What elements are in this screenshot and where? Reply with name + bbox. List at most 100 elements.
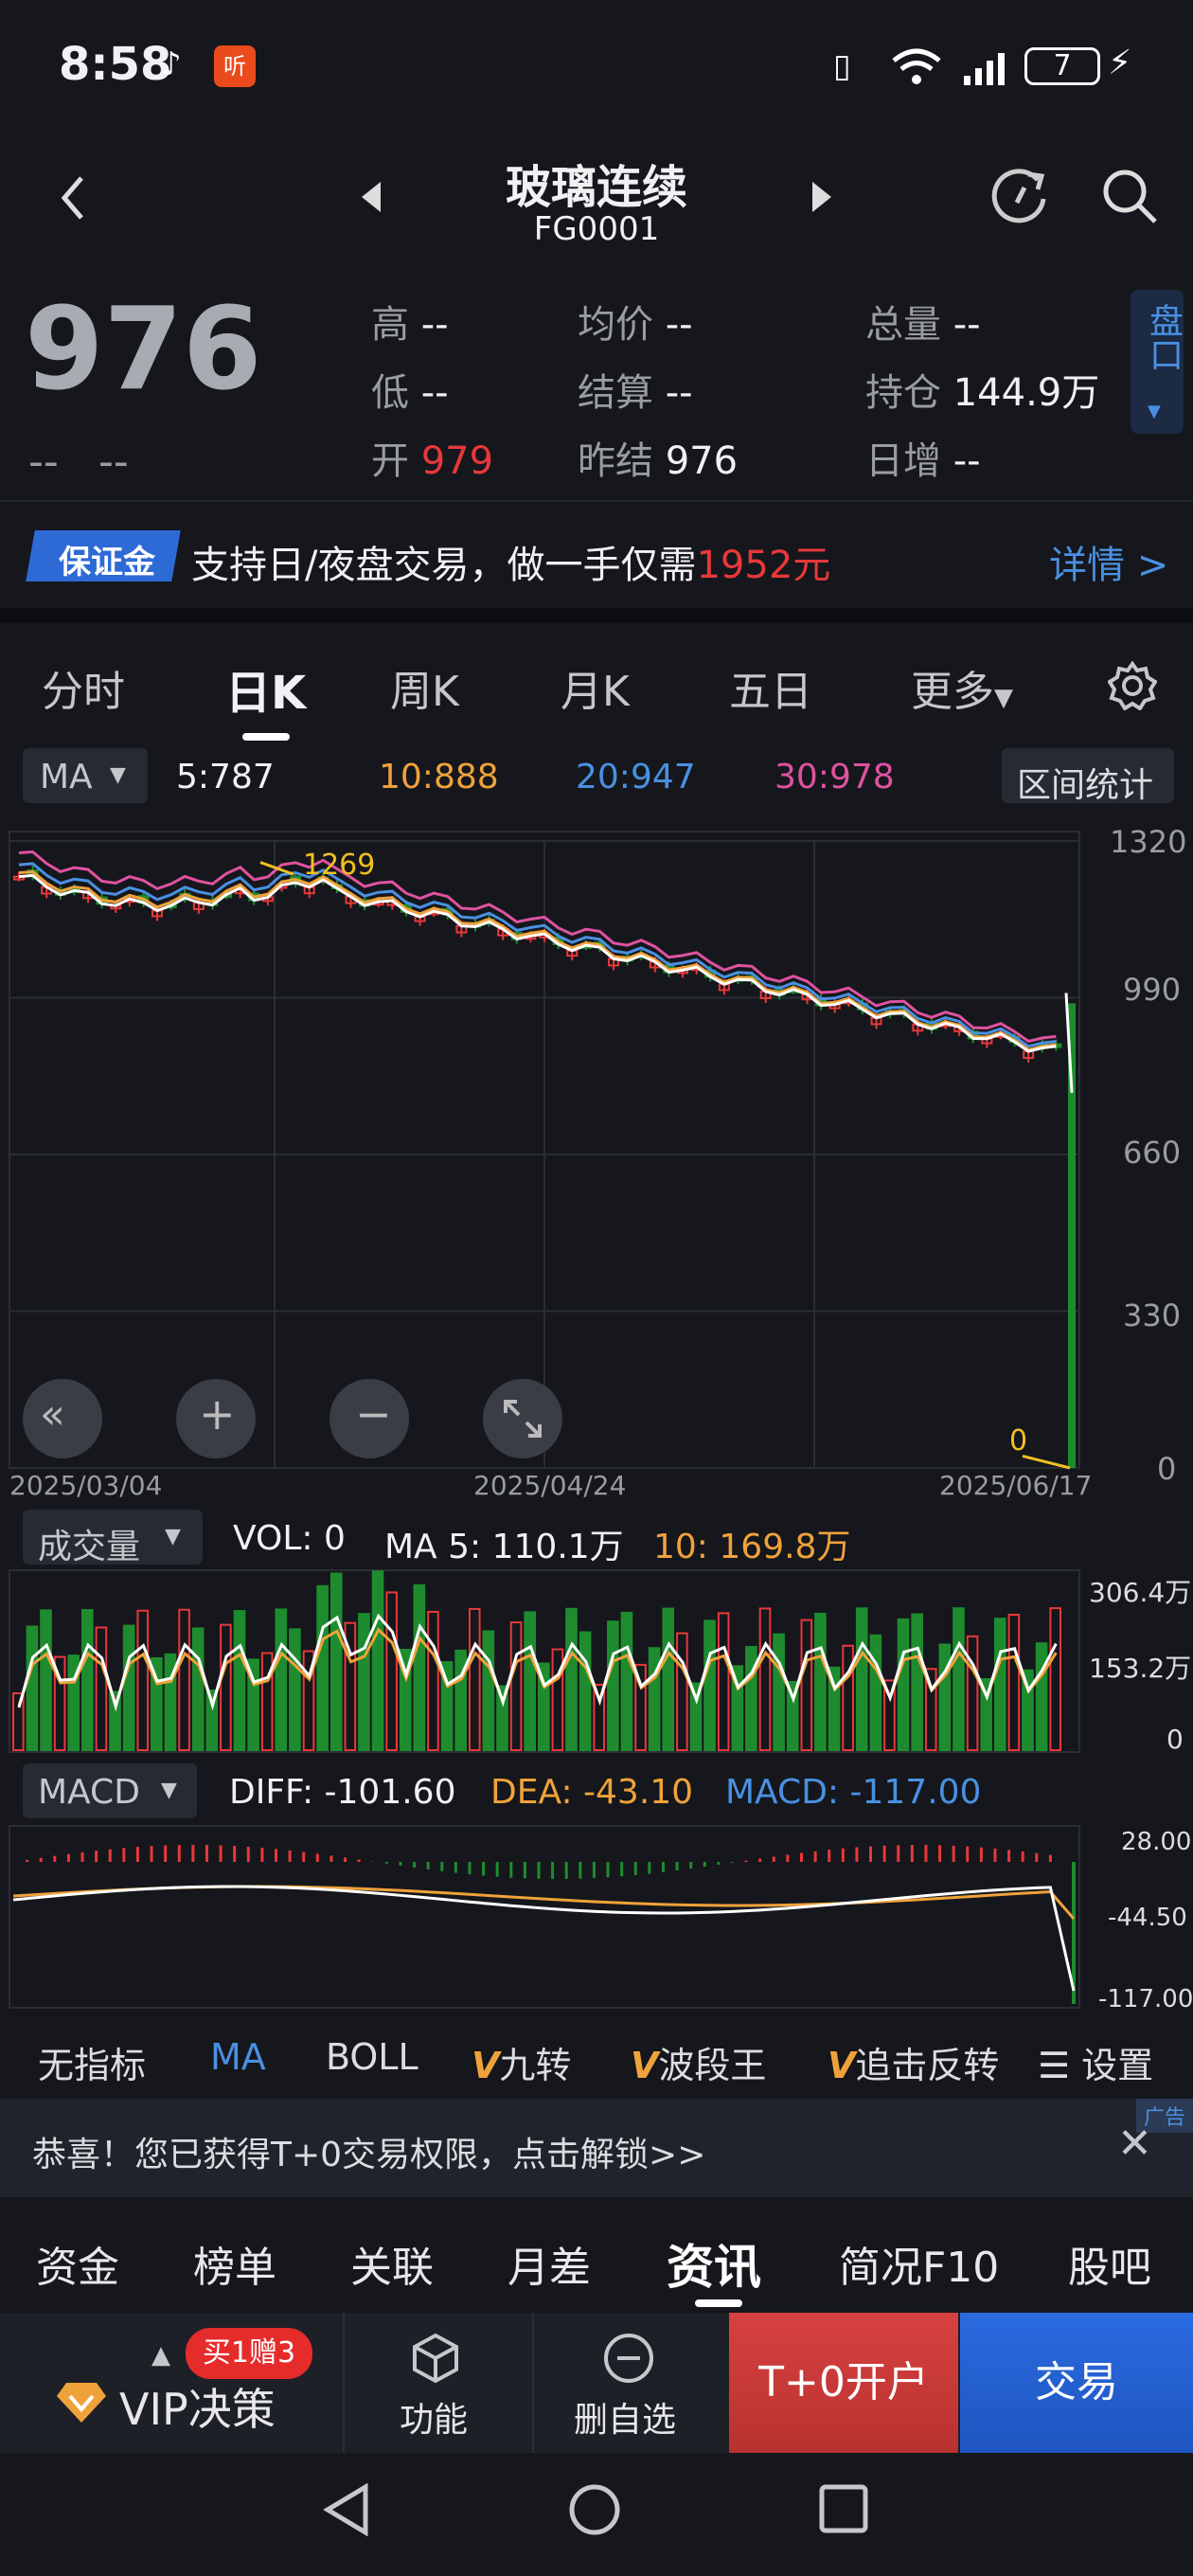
volume-bar: [869, 1634, 882, 1751]
indicator-boll[interactable]: BOLL: [326, 2036, 418, 2078]
tab-more[interactable]: 更多▼: [911, 657, 1013, 718]
chevron-down-icon: ▼: [161, 1779, 177, 1802]
x-label-start: 2025/03/04: [9, 1470, 163, 1501]
indicator-chase-reverse[interactable]: V追击反转: [828, 2036, 999, 2088]
prev-settle-value: 976: [665, 439, 739, 483]
volume-value: --: [953, 303, 981, 347]
ma-selector[interactable]: MA ▼: [23, 748, 148, 803]
indicator-nine-turn[interactable]: V九转: [472, 2036, 571, 2088]
macd-y-label-max: 28.00: [1121, 1828, 1192, 1856]
panel-button[interactable]: 盘口 ▼: [1131, 290, 1184, 434]
close-icon[interactable]: ✕: [1117, 2120, 1152, 2168]
bottom-action-bar: 买1赠3 ▲ VIP决策 功能 删自选 T+0开户 交易: [0, 2313, 1193, 2453]
zoom-out-button[interactable]: −: [329, 1379, 409, 1458]
macd-frame: [9, 1825, 1080, 2009]
page-title: 玻璃连续: [505, 161, 687, 214]
signal-icon: [964, 53, 1005, 85]
refresh-icon[interactable]: [990, 167, 1051, 227]
volume-bar: [191, 1627, 205, 1751]
search-icon[interactable]: [1100, 167, 1161, 227]
oi-change-value: --: [953, 439, 981, 483]
low-marker-line: [1022, 1455, 1071, 1470]
volume-bar: [40, 1609, 52, 1751]
range-stats-label: 区间统计: [1017, 766, 1154, 805]
vol-y-label-zero: 0: [1166, 1724, 1184, 1755]
next-contract-icon[interactable]: [810, 180, 833, 214]
high-label: 高: [371, 303, 409, 347]
vip-decision-button[interactable]: VIP决策: [119, 2375, 276, 2438]
volume-bar: [385, 1591, 398, 1752]
tab-rankings[interactable]: 榜单: [193, 2233, 276, 2294]
volume-bar: [1049, 1607, 1062, 1751]
volume-bar: [427, 1610, 439, 1752]
tab-active-indicator: [242, 733, 290, 741]
macd-selector[interactable]: MACD ▼: [23, 1763, 197, 1818]
indicator-settings[interactable]: ☰ 设置: [1038, 2036, 1153, 2088]
tab-daily-k[interactable]: 日K: [225, 655, 306, 722]
volume-bar: [482, 1630, 495, 1751]
tab-funds[interactable]: 资金: [36, 2233, 119, 2294]
open-field: 开 979: [371, 430, 493, 485]
tab-overview-f10[interactable]: 简况F10: [839, 2233, 999, 2294]
ma20-line: [18, 862, 1057, 1048]
period-tabs: 分时 日K 周K 月K 五日 更多▼: [0, 623, 1193, 744]
open-account-button[interactable]: T+0开户: [729, 2313, 958, 2453]
macd-y-label-mid: -44.50: [1108, 1904, 1187, 1932]
recents-square-icon[interactable]: [818, 2483, 871, 2536]
range-stats-button[interactable]: 区间统计: [1002, 748, 1174, 805]
panel-caret-icon: ▼: [1148, 402, 1161, 421]
ad-text: 恭喜！您已获得T+0交易权限，点击解锁>>: [32, 2136, 706, 2174]
macd-dea: DEA: -43.10: [490, 1773, 694, 1812]
divider: [343, 2313, 345, 2453]
volume-selector[interactable]: 成交量 ▼: [23, 1510, 203, 1566]
ad-banner[interactable]: 广告 恭喜！您已获得T+0交易权限，点击解锁>> ✕: [0, 2099, 1193, 2197]
zoom-in-button[interactable]: +: [176, 1379, 256, 1458]
indicator-ma[interactable]: MA: [210, 2036, 266, 2078]
y-label-330: 330: [1123, 1297, 1182, 1333]
volume-bar: [220, 1623, 232, 1751]
margin-banner[interactable]: 保证金 支持日/夜盘交易，做一手仅需1952元 详情 >: [0, 502, 1193, 608]
tab-five-day[interactable]: 五日: [729, 657, 812, 718]
minus-icon: −: [355, 1388, 392, 1440]
tab-monthly-k[interactable]: 月K: [561, 657, 630, 718]
indicator-wave-king[interactable]: V波段王: [631, 2036, 766, 2088]
volume-bar: [1035, 1642, 1048, 1751]
fullscreen-button[interactable]: [483, 1379, 562, 1458]
home-circle-icon[interactable]: [568, 2483, 621, 2536]
function-button[interactable]: 功能: [400, 2392, 468, 2442]
last-price: 976: [25, 284, 262, 416]
indicator-none[interactable]: 无指标: [38, 2036, 146, 2088]
y-label-1320: 1320: [1110, 824, 1187, 860]
remove-watchlist-button[interactable]: 删自选: [574, 2392, 676, 2442]
volume-bar: [329, 1572, 343, 1751]
tab-month-spread[interactable]: 月差: [507, 2233, 591, 2294]
tab-timeshare[interactable]: 分时: [42, 657, 125, 718]
volume-chart[interactable]: [0, 1568, 1193, 1758]
volume-bar: [620, 1611, 633, 1751]
high-marker: 1269: [303, 849, 376, 882]
vol-ma10: 10: 169.8万: [653, 1528, 851, 1566]
tab-news[interactable]: 资讯: [667, 2229, 761, 2298]
volume-bar: [289, 1628, 301, 1751]
scroll-left-button[interactable]: «: [23, 1379, 102, 1458]
tab-related[interactable]: 关联: [350, 2233, 434, 2294]
dea-line: [12, 1885, 1076, 1920]
ma-selector-label: MA: [40, 758, 93, 796]
info-tab-active-indicator: [695, 2299, 742, 2307]
tab-weekly-k[interactable]: 周K: [390, 657, 459, 718]
banner-amount: 1952元: [696, 544, 831, 587]
oi-label: 持仓: [865, 371, 941, 415]
back-triangle-icon[interactable]: [322, 2483, 371, 2536]
tab-forum[interactable]: 股吧: [1068, 2233, 1151, 2294]
wave-king-label: 波段王: [658, 2045, 767, 2086]
banner-text-main: 支持日/夜盘交易，做一手仅需: [191, 544, 697, 587]
macd-chart[interactable]: [0, 1824, 1193, 2013]
banner-detail-link[interactable]: 详情 >: [1049, 534, 1168, 589]
trade-button[interactable]: 交易: [960, 2313, 1193, 2453]
app-notification-icon: 听: [214, 45, 256, 87]
prev-contract-icon[interactable]: [360, 180, 383, 214]
ma10-value: 10:888: [379, 758, 499, 796]
high-value: --: [420, 303, 449, 347]
gear-icon[interactable]: [1108, 661, 1157, 710]
back-icon[interactable]: [59, 174, 87, 222]
